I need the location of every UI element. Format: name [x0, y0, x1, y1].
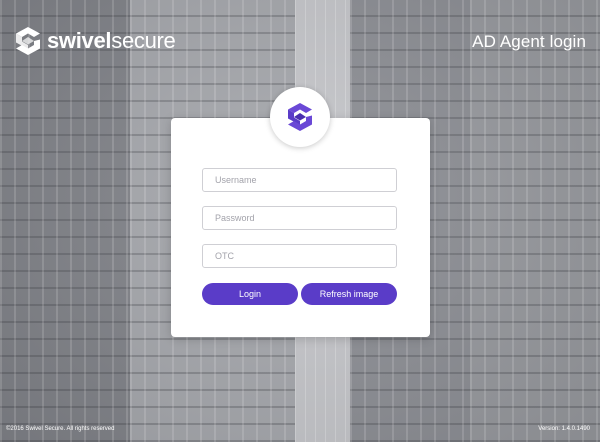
brand-name-bold: swivel: [47, 28, 112, 53]
brand-name-light: secure: [111, 28, 176, 53]
brand-wordmark: swivelsecure: [47, 26, 176, 56]
otc-input[interactable]: [202, 244, 397, 268]
login-screen: swivelsecure AD Agent login Login Refres…: [0, 0, 600, 442]
username-input[interactable]: [202, 168, 397, 192]
refresh-image-button[interactable]: Refresh image: [301, 283, 397, 305]
password-input[interactable]: [202, 206, 397, 230]
brand-logo: swivelsecure: [15, 26, 176, 56]
logo-badge: [270, 87, 330, 147]
swivel-logo-icon: [288, 103, 312, 131]
login-button[interactable]: Login: [202, 283, 298, 305]
copyright-text: ©2016 Swivel Secure. All rights reserved: [6, 426, 115, 432]
page-title: AD Agent login: [472, 32, 586, 51]
swivel-logo-icon: [16, 27, 40, 55]
version-text: Version: 1.4.0.1490: [538, 426, 590, 432]
